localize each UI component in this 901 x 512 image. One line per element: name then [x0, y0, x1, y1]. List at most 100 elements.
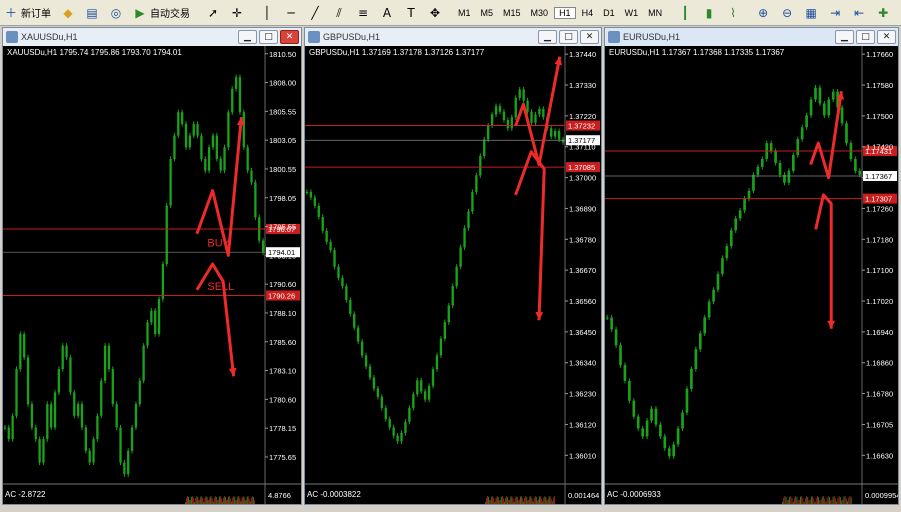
- zoom-in-button[interactable]: ⊕: [752, 3, 774, 23]
- price-chart[interactable]: 1.37232 1.37085 1.37440 1.37330 1.37220 1.371…: [305, 46, 601, 504]
- window-titlebar[interactable]: EURUSDu,H1 ▁ □ ✕: [605, 28, 898, 47]
- price-level-label: 1.17307: [865, 195, 892, 204]
- timeframe-m1[interactable]: M1: [454, 8, 475, 18]
- candle-body: [475, 175, 478, 192]
- horizontal-line-tool[interactable]: ─: [280, 3, 302, 23]
- close-button[interactable]: ✕: [280, 30, 299, 44]
- candle-body: [561, 139, 565, 143]
- window-titlebar[interactable]: XAUUSDu,H1 ▁ □ ✕: [3, 28, 301, 47]
- channel-icon: ⫽: [336, 5, 342, 20]
- price-axis-label: 1780.60: [269, 395, 296, 404]
- channel-tool[interactable]: ⫽: [328, 3, 350, 23]
- autotrade-button[interactable]: ▶ 自动交易: [129, 3, 194, 23]
- tile-windows-button[interactable]: ▦: [800, 3, 822, 23]
- ac-histogram-bar: [200, 496, 202, 504]
- candle-body: [207, 147, 211, 171]
- candle-body: [23, 334, 26, 358]
- candle-body: [219, 158, 222, 171]
- indicators-button[interactable]: ✚: [872, 3, 894, 23]
- close-button[interactable]: ✕: [877, 30, 896, 44]
- ac-histogram-bar: [492, 496, 494, 504]
- buy-annotation[interactable]: BUY: [207, 238, 230, 250]
- candle-body: [694, 349, 698, 370]
- ac-histogram-bar: [842, 499, 844, 504]
- timeframe-d1[interactable]: D1: [599, 8, 619, 18]
- candle-body: [146, 322, 149, 346]
- timeframe-m30[interactable]: M30: [527, 8, 553, 18]
- text-tool[interactable]: A: [376, 3, 398, 23]
- ac-histogram-bar: [841, 500, 842, 504]
- autoscroll-button[interactable]: ⇥: [824, 3, 846, 23]
- ac-histogram-bar: [798, 499, 800, 504]
- price-chart[interactable]: 1796.071790.261810.501808.001805.551803.…: [3, 46, 301, 504]
- timeframe-mn[interactable]: MN: [644, 8, 666, 18]
- ac-histogram-bar: [845, 498, 847, 504]
- chart-tabs-bar[interactable]: [0, 505, 901, 512]
- price-axis-label: 1.17020: [866, 297, 893, 306]
- line-chart-button[interactable]: ⌇: [722, 3, 744, 23]
- candle-body: [514, 97, 517, 118]
- price-axis-label: 1810.50: [269, 50, 296, 59]
- timeframe-h1[interactable]: H1: [554, 6, 576, 19]
- maximize-button[interactable]: □: [856, 30, 875, 44]
- timeframe-m5[interactable]: M5: [477, 8, 498, 18]
- bar-chart-button[interactable]: ┃: [674, 3, 696, 23]
- diamond-icon: ◆: [63, 5, 73, 20]
- sell-annotation[interactable]: SELL: [207, 281, 234, 293]
- vertical-line-tool[interactable]: │: [256, 3, 278, 23]
- ac-histogram-bar: [541, 498, 543, 504]
- candle-body: [663, 436, 667, 449]
- candle-body: [313, 197, 317, 206]
- chart-window-eurusd[interactable]: EURUSDu,H1 ▁ □ ✕ 1.17431 1.17307 1.17660 1.…: [604, 27, 899, 505]
- fibonacci-tool[interactable]: ≡: [352, 3, 374, 23]
- minimize-button[interactable]: ▁: [238, 30, 257, 44]
- price-axis-label: 1.36780: [569, 235, 596, 244]
- minimize-button[interactable]: ▁: [835, 30, 854, 44]
- ac-histogram-bar: [241, 497, 243, 504]
- price-axis-label: 1808.00: [269, 79, 296, 88]
- chart-window-xauusd[interactable]: XAUUSDu,H1 ▁ □ ✕ 1796.07 1790.26 1810.50 18…: [2, 27, 302, 505]
- new-order-button[interactable]: ＋ 新订单: [0, 3, 55, 23]
- price-axis-label: 1778.15: [269, 424, 296, 433]
- ac-histogram-bar: [849, 496, 851, 504]
- ac-histogram-bar: [204, 497, 206, 504]
- close-button[interactable]: ✕: [580, 30, 599, 44]
- price-axis-label: 1.37220: [569, 112, 596, 121]
- shapes-dropdown[interactable]: ✥: [424, 3, 446, 23]
- chart-shift-button[interactable]: ⇤: [848, 3, 870, 23]
- label-tool[interactable]: T: [400, 3, 422, 23]
- candle-body: [800, 127, 804, 140]
- ac-histogram-bar: [542, 501, 544, 504]
- timeframe-h4[interactable]: H4: [578, 8, 598, 18]
- trendline-tool[interactable]: ╱: [304, 3, 326, 23]
- candle-body: [447, 305, 450, 323]
- candle-body: [831, 91, 835, 100]
- terminal-button[interactable]: ◎: [105, 3, 127, 23]
- price-chart[interactable]: 1.174311.173071.176601.175801.175001.174…: [605, 46, 898, 504]
- candle-body: [791, 155, 795, 171]
- candle-body: [542, 108, 545, 118]
- minimize-button[interactable]: ▁: [538, 30, 557, 44]
- ac-histogram-bar: [238, 496, 240, 504]
- timeframe-w1[interactable]: W1: [621, 8, 643, 18]
- window-titlebar[interactable]: GBPUSDu,H1 ▁ □ ✕: [305, 28, 601, 47]
- ac-scale-label: 4.8766: [268, 491, 291, 500]
- periods-button[interactable]: ◷: [896, 3, 901, 23]
- timeframe-m15[interactable]: M15: [499, 8, 525, 18]
- price-axis-label: 1775.65: [269, 453, 296, 462]
- navigator-button[interactable]: ▤: [81, 3, 103, 23]
- maximize-button[interactable]: □: [259, 30, 278, 44]
- chart-window-gbpusd[interactable]: GBPUSDu,H1 ▁ □ ✕ 1.37232 1.37085 1.37440 1.…: [304, 27, 602, 505]
- ac-histogram-bar: [220, 496, 221, 504]
- ac-histogram-bar: [532, 501, 534, 504]
- candle-body: [423, 391, 427, 400]
- metaeditor-button[interactable]: ◆: [57, 3, 79, 23]
- candle-chart-button[interactable]: ▮: [698, 3, 720, 23]
- candle-body: [200, 135, 203, 159]
- symbol-info: XAUUSDu,H1 1795.74 1795.86 1793.70 1794.…: [7, 48, 182, 57]
- zoom-out-button[interactable]: ⊖: [776, 3, 798, 23]
- cursor-tool[interactable]: ➚: [202, 3, 224, 23]
- ac-histogram-bar: [499, 499, 501, 504]
- crosshair-tool[interactable]: ✛: [226, 3, 248, 23]
- maximize-button[interactable]: □: [559, 30, 578, 44]
